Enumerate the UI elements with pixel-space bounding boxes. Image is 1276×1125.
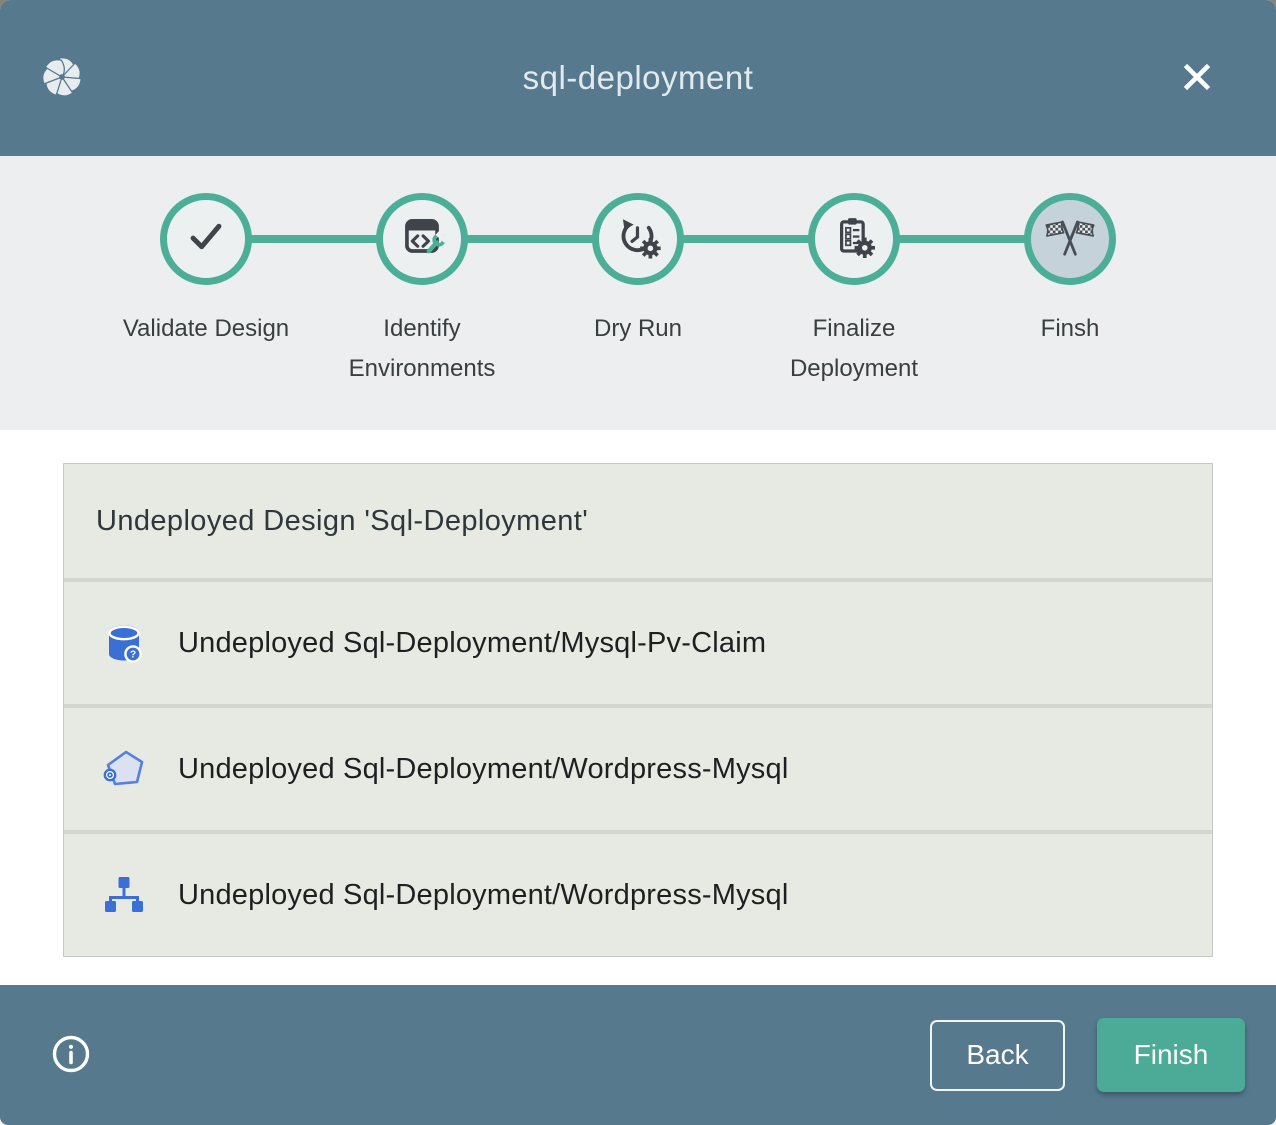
step-dry-run-circle[interactable]: [592, 193, 684, 285]
wizard-stepper: Validate Design: [0, 156, 1276, 430]
step-finalize-deployment: Finalize Deployment: [746, 193, 962, 389]
sitemap-icon: [100, 871, 148, 919]
back-button[interactable]: Back: [930, 1020, 1065, 1091]
deployment-status-panel: Undeployed Design 'Sql-Deployment' ? Und…: [63, 463, 1213, 957]
step-label: Identify Environments: [322, 309, 522, 389]
step-identify-environments: Identify Environments: [314, 193, 530, 389]
finish-button[interactable]: Finish: [1097, 1018, 1245, 1092]
finish-flags-icon: [1042, 209, 1098, 270]
status-row-text: Undeployed Sql-Deployment/Wordpress-Mysq…: [178, 879, 788, 912]
status-row-text: Undeployed Sql-Deployment/Wordpress-Mysq…: [178, 753, 788, 786]
step-identify-environments-circle[interactable]: [376, 193, 468, 285]
checklist-gear-icon: [826, 209, 882, 270]
wizard-dialog: sql-deployment Validate Design: [0, 0, 1276, 1125]
step-label: Validate Design: [123, 309, 289, 349]
pod-pentagon-icon: [100, 745, 148, 793]
footer-actions: Back Finish: [930, 1018, 1276, 1092]
status-row-mysql-pv-claim: ? Undeployed Sql-Deployment/Mysql-Pv-Cla…: [64, 582, 1212, 704]
status-heading: Undeployed Design 'Sql-Deployment': [64, 464, 1212, 578]
step-finish-circle[interactable]: [1024, 193, 1116, 285]
dialog-header: sql-deployment: [0, 0, 1276, 156]
step-label: Dry Run: [594, 309, 682, 349]
status-row-wordpress-mysql-pod: Undeployed Sql-Deployment/Wordpress-Mysq…: [64, 708, 1212, 830]
dialog-footer: Back Finish: [0, 985, 1276, 1125]
info-icon[interactable]: [48, 1032, 94, 1078]
step-finalize-deployment-circle[interactable]: [808, 193, 900, 285]
step-label: Finsh: [1041, 309, 1100, 349]
status-row-wordpress-mysql-service: Undeployed Sql-Deployment/Wordpress-Mysq…: [64, 834, 1212, 956]
close-icon[interactable]: [1174, 54, 1220, 100]
step-finish: Finsh: [962, 193, 1178, 389]
dialog-title: sql-deployment: [0, 59, 1276, 97]
step-label: Finalize Deployment: [754, 309, 954, 389]
step-dry-run: Dry Run: [530, 193, 746, 389]
code-window-wrench-icon: [394, 209, 450, 270]
database-icon: ?: [100, 619, 148, 667]
check-icon: [178, 209, 234, 270]
sync-gear-icon: [610, 209, 666, 270]
step-validate-design-circle[interactable]: [160, 193, 252, 285]
status-content-area: Undeployed Design 'Sql-Deployment' ? Und…: [0, 430, 1276, 985]
step-validate-design: Validate Design: [98, 193, 314, 389]
status-row-text: Undeployed Sql-Deployment/Mysql-Pv-Claim: [178, 627, 766, 660]
svg-text:?: ?: [130, 650, 136, 661]
brand-pinwheel-logo-icon: [33, 48, 91, 106]
